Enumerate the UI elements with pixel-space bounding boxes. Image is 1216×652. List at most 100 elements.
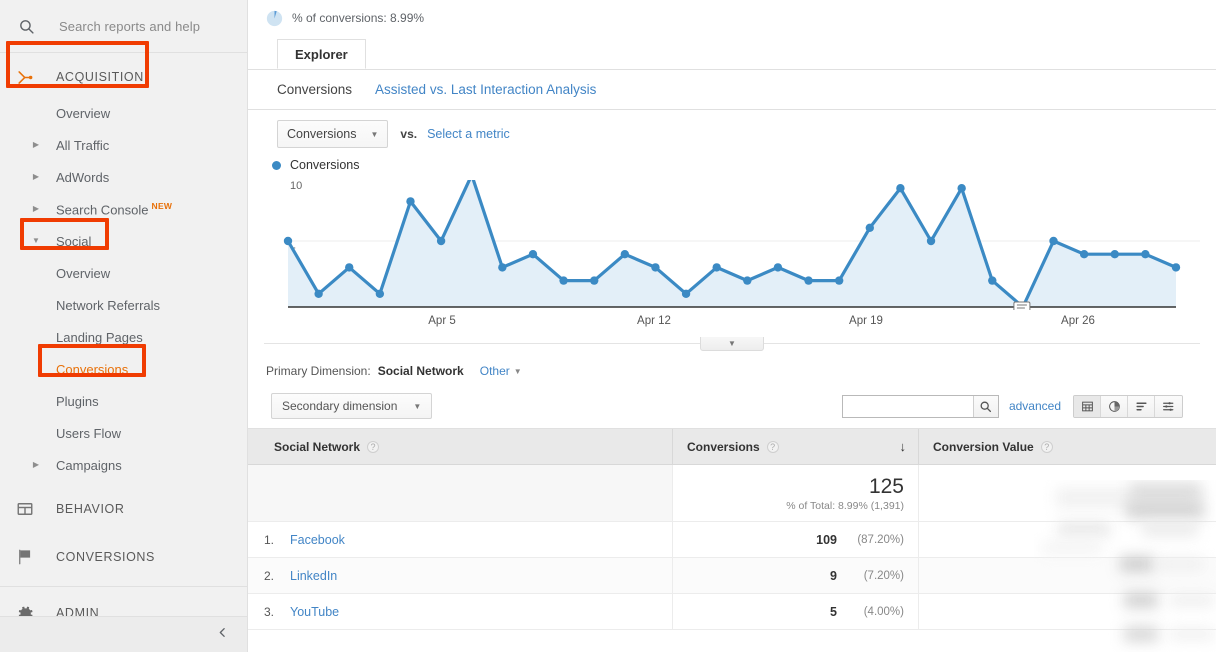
sidebar-item-conversions[interactable]: Conversions [0, 353, 247, 385]
behavior-icon [14, 498, 36, 520]
advanced-link[interactable]: advanced [1009, 399, 1061, 413]
pie-chart-icon [266, 10, 283, 27]
column-header-conversions[interactable]: Conversions ? ↓ [673, 429, 919, 464]
search-icon [14, 14, 38, 38]
metric-selector-row: Conversions ▼ vs. Select a metric [248, 110, 1216, 158]
sidebar-item-label-social: Social [0, 234, 91, 249]
summary-conversions-subtext: % of Total: 8.99% (1,391) [786, 500, 904, 512]
new-badge: NEW [152, 201, 173, 211]
view-mode-group [1073, 395, 1183, 418]
table-search[interactable] [842, 395, 999, 418]
sort-descending-icon[interactable]: ↓ [900, 439, 907, 454]
row-network-link[interactable]: Facebook [290, 533, 345, 547]
sidebar-item-users-flow[interactable]: Users Flow [0, 417, 247, 449]
sidebar-item-search-console[interactable]: ▶ Search ConsoleNEW [0, 193, 247, 225]
sidebar-item-adwords[interactable]: ▶ AdWords [0, 161, 247, 193]
x-axis-tick-2: Apr 19 [849, 315, 883, 327]
sidebar-search-divider [0, 52, 247, 53]
primary-dimension-row: Primary Dimension: Social Network Other … [248, 360, 1216, 382]
sidebar-item-landing-pages[interactable]: Landing Pages [0, 321, 247, 353]
row-rank: 2. [264, 569, 290, 583]
select-a-metric-link[interactable]: Select a metric [427, 127, 510, 141]
acquisition-icon [14, 66, 36, 88]
sidebar-collapse-bar[interactable] [0, 616, 247, 652]
main-content: % of conversions: 8.99% Explorer Convers… [248, 0, 1216, 652]
chevron-down-icon: ▼ [413, 402, 421, 411]
row-cell-conversion-value [919, 522, 1216, 557]
row-network-link[interactable]: YouTube [290, 605, 339, 619]
conversions-chart: Conversions 10 5 Apr 5 Apr 12 Apr 19 Apr… [264, 158, 1200, 338]
primary-dimension-value[interactable]: Social Network [378, 364, 464, 378]
column-header-social-network[interactable]: Social Network ? [248, 429, 673, 464]
secondary-dimension-dropdown[interactable]: Secondary dimension ▼ [271, 393, 432, 419]
row-cell-conversion-value [919, 558, 1216, 593]
sidebar-item-label-users-flow: Users Flow [0, 426, 121, 441]
summary-cell-dimension [248, 465, 673, 521]
chevron-down-icon: ▼ [514, 367, 522, 376]
pie-view-icon[interactable] [1101, 396, 1128, 417]
row-cell-conversions: 109 (87.20%) [673, 522, 919, 557]
sidebar-item-social[interactable]: ▼ Social [0, 225, 247, 257]
tab-bar: Explorer [248, 39, 1216, 70]
sidebar-item-plugins[interactable]: Plugins [0, 385, 247, 417]
sidebar-item-acquisition-overview[interactable]: Overview [0, 97, 247, 129]
social-network-table: Social Network ? Conversions ? ↓ Convers… [248, 428, 1216, 630]
sidebar-divider [0, 586, 247, 587]
row-cell-conversions: 5 (4.00%) [673, 594, 919, 629]
summary-conversions-value: 125 % of Total: 8.99% (1,391) [786, 474, 904, 512]
sidebar-item-campaigns[interactable]: ▶ Campaigns [0, 449, 247, 481]
tab-explorer[interactable]: Explorer [277, 39, 366, 69]
conversions-flag-icon [14, 546, 36, 568]
sidebar-item-social-overview[interactable]: Overview [0, 257, 247, 289]
row-cell-conversion-value [919, 594, 1216, 629]
primary-dimension-label: Primary Dimension: [266, 364, 371, 378]
help-icon[interactable]: ? [367, 441, 379, 453]
secondary-dimension-label: Secondary dimension [282, 399, 397, 413]
column-header-conversion-value[interactable]: Conversion Value ? [919, 429, 1216, 464]
column-header-social-network-label: Social Network [274, 440, 360, 454]
table-view-icon[interactable] [1074, 396, 1101, 417]
sidebar-item-conversions-section[interactable]: CONVERSIONS [0, 537, 247, 577]
chart-expand-toggle[interactable]: ▼ [700, 337, 764, 351]
row-conversions-percent: (7.20%) [846, 570, 904, 582]
sidebar-item-all-traffic[interactable]: ▶ All Traffic [0, 129, 247, 161]
sidebar-item-label-social-overview: Overview [0, 266, 110, 281]
chevron-down-icon: ▼ [728, 339, 736, 348]
table-search-input[interactable] [843, 396, 973, 417]
sidebar-item-label-adwords: AdWords [0, 170, 109, 185]
sidebar-item-behavior[interactable]: BEHAVIOR [0, 489, 247, 529]
performance-view-icon[interactable] [1128, 396, 1155, 417]
subnav-item-assisted-vs-last-interaction[interactable]: Assisted vs. Last Interaction Analysis [375, 82, 596, 97]
row-network-link[interactable]: LinkedIn [290, 569, 337, 583]
subnav-item-conversions[interactable]: Conversions [277, 82, 352, 97]
table-tools-row: Secondary dimension ▼ advanced [248, 386, 1216, 426]
chevron-left-icon[interactable] [216, 626, 229, 644]
tab-explorer-label: Explorer [295, 47, 348, 62]
table-row[interactable]: 2. LinkedIn 9 (7.20%) [248, 558, 1216, 594]
metric-dropdown[interactable]: Conversions ▼ [277, 120, 388, 148]
help-icon[interactable]: ? [1041, 441, 1053, 453]
table-row[interactable]: 3. YouTube 5 (4.00%) [248, 594, 1216, 630]
row-cell-conversions: 9 (7.20%) [673, 558, 919, 593]
sidebar-item-network-referrals[interactable]: Network Referrals [0, 289, 247, 321]
sidebar-search[interactable]: Search reports and help [0, 0, 247, 52]
x-axis-tick-0: Apr 5 [428, 315, 456, 327]
row-rank: 3. [264, 605, 290, 619]
row-conversions-percent: (87.20%) [846, 534, 904, 546]
chevron-down-icon: ▼ [370, 130, 378, 139]
summary-conversions-total: 125 [869, 474, 904, 499]
metric-dropdown-value: Conversions [287, 127, 356, 141]
sidebar-nav-list: ACQUISITION Overview ▶ All Traffic ▶ AdW… [0, 57, 247, 633]
primary-dimension-other[interactable]: Other [480, 364, 510, 378]
row-conversions-percent: (4.00%) [846, 606, 904, 618]
pivot-view-icon[interactable] [1155, 396, 1182, 417]
sidebar-item-label-conversions: Conversions [0, 362, 128, 377]
table-search-button[interactable] [973, 396, 998, 417]
row-conversions-value: 9 [830, 569, 837, 583]
table-row[interactable]: 1. Facebook 109 (87.20%) [248, 522, 1216, 558]
sidebar-item-acquisition[interactable]: ACQUISITION [0, 57, 247, 97]
chart-legend: Conversions [272, 158, 359, 172]
sidebar-item-label-campaigns: Campaigns [0, 458, 122, 473]
help-icon[interactable]: ? [767, 441, 779, 453]
google-analytics-social-conversions-screen: Search reports and help ACQUISITION Over… [0, 0, 1216, 652]
